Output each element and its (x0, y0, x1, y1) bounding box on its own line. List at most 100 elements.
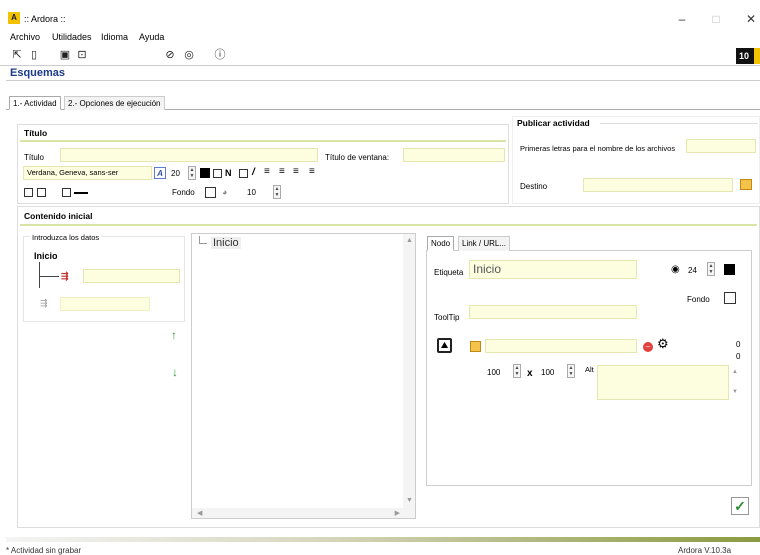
destino-label: Destino (520, 182, 548, 191)
contenido-section-line (20, 224, 757, 226)
version-badge: 10 (736, 48, 760, 64)
image-path-input[interactable] (485, 339, 637, 353)
settings-gear-icon[interactable]: ⚙ (657, 337, 669, 350)
bold-checkbox[interactable] (213, 169, 222, 178)
align-center-icon[interactable]: ≡ (279, 166, 285, 178)
tree-node-inicio[interactable]: Inicio (211, 237, 241, 249)
tab-actividad[interactable]: 1.- Actividad (9, 96, 61, 110)
titulo-section-title: Título (24, 128, 48, 138)
border-option-2-checkbox[interactable] (37, 188, 46, 197)
tab-nodo[interactable]: Nodo (427, 236, 455, 251)
titulo-ventana-input[interactable] (403, 148, 505, 162)
border-size-value[interactable]: 10 (247, 188, 256, 197)
border-size-stepper[interactable]: ▲ ▼ (273, 185, 281, 199)
tree-horizontal-scrollbar[interactable]: ◀ ▶ (192, 508, 405, 518)
save-as-icon[interactable]: ⊡ (75, 48, 89, 62)
image-height-stepper[interactable]: ▲ ▼ (567, 364, 575, 378)
tree-view[interactable]: Inicio ▲ ▼ ◀ ▶ (191, 233, 416, 519)
line-option-checkbox[interactable] (62, 188, 71, 197)
close-button[interactable]: ✕ (740, 10, 760, 28)
scroll-left-arrow-icon[interactable]: ◀ (197, 509, 202, 517)
image-width-stepper[interactable]: ▲ ▼ (513, 364, 521, 378)
add-sibling-node-icon[interactable]: ⇶ (40, 297, 48, 309)
tree-vertical-scrollbar[interactable]: ▲ ▼ (403, 234, 415, 518)
align-justify-icon[interactable]: ≡ (309, 166, 315, 178)
tab-opciones-ejecucion[interactable]: 2.- Opciones de ejecución (64, 96, 165, 110)
publicar-title-line (600, 123, 758, 124)
alt-label: Alt (585, 365, 594, 374)
scroll-right-arrow-icon[interactable]: ▶ (395, 509, 400, 517)
scroll-down-arrow-icon[interactable]: ▼ (406, 497, 413, 504)
sibling-node-input[interactable] (60, 297, 150, 311)
image-icon: ⛰ (437, 338, 452, 353)
status-unsaved: * Actividad sin grabar (6, 546, 82, 555)
visibility-eye-icon[interactable]: ◉ (671, 264, 680, 276)
menu-archivo[interactable]: Archivo (10, 32, 40, 42)
title-color-swatch[interactable] (200, 168, 210, 178)
bold-label: N (225, 168, 232, 178)
fondo-checkbox[interactable] (205, 187, 216, 198)
italic-checkbox[interactable] (239, 169, 248, 178)
page-title: Esquemas (10, 67, 66, 79)
etiqueta-label: Etiqueta (434, 268, 464, 277)
fondo-label: Fondo (172, 188, 195, 197)
title-font-size[interactable]: 20 (171, 169, 180, 178)
save-icon[interactable]: ▣ (58, 48, 72, 62)
intro-datos-label: Introduzca los datos (30, 233, 102, 242)
alt-scroll-up-icon[interactable]: ▲ (732, 369, 738, 375)
folder-browse-icon[interactable] (740, 179, 752, 190)
node-font-size[interactable]: 24 (688, 266, 697, 275)
minimize-button[interactable]: – (671, 10, 693, 28)
tree-connector-branch (39, 276, 59, 277)
tooltip-input[interactable] (469, 305, 637, 319)
alt-scroll-down-icon[interactable]: ▼ (732, 389, 738, 395)
tab-link-url[interactable]: Link / URL... (458, 236, 511, 251)
shadow-icon[interactable]: ◕ (222, 186, 227, 198)
window-title: :: Ardora :: (24, 14, 66, 24)
move-up-arrow-icon[interactable]: ↑ (171, 329, 177, 341)
primeras-letras-input[interactable] (686, 139, 756, 153)
title-font-size-stepper[interactable]: ▲ ▼ (188, 166, 196, 180)
titulo-input[interactable] (60, 148, 318, 162)
font-family-field[interactable]: Verdana, Geneva, sans-ser (23, 166, 152, 180)
tooltip-label: ToolTip (434, 313, 460, 322)
node-font-size-stepper[interactable]: ▲ ▼ (707, 262, 715, 276)
ardora-logo-icon: A (8, 12, 20, 24)
export-icon[interactable]: ⊘ (163, 48, 177, 62)
exit-icon[interactable]: ⇱ (10, 48, 24, 62)
menu-ayuda[interactable]: Ayuda (139, 32, 164, 42)
node-fondo-checkbox[interactable] (724, 292, 736, 304)
titulo-ventana-label: Título de ventana: (325, 153, 390, 162)
primeras-letras-label: Primeras letras para el nombre de los ar… (520, 144, 676, 153)
new-file-icon[interactable]: ▯ (27, 48, 41, 62)
accept-check-button[interactable]: ✓ (731, 497, 749, 515)
heading-divider (6, 80, 760, 81)
scroll-up-arrow-icon[interactable]: ▲ (406, 237, 413, 244)
menu-utilidades[interactable]: Utilidades (52, 32, 92, 42)
etiqueta-input[interactable]: Inicio (469, 260, 637, 279)
menu-idioma[interactable]: Idioma (101, 32, 128, 42)
destino-input[interactable] (583, 178, 733, 192)
help-icon[interactable]: ⓘ (213, 48, 227, 62)
progress-bar (6, 537, 760, 542)
align-left-icon[interactable]: ≡ (264, 166, 270, 178)
maximize-button[interactable]: □ (705, 10, 727, 28)
alt-text-input[interactable] (597, 365, 729, 400)
move-down-arrow-icon[interactable]: ↓ (172, 366, 178, 378)
titulo-label: Título (24, 153, 45, 162)
remove-image-icon[interactable]: – (643, 342, 653, 352)
child-node-input[interactable] (83, 269, 180, 283)
status-version: Ardora V.10.3a (678, 546, 732, 555)
image-folder-icon[interactable] (470, 341, 481, 352)
image-height-value[interactable]: 100 (541, 368, 554, 377)
image-width-value[interactable]: 100 (487, 368, 500, 377)
line-style-icon (74, 192, 88, 194)
preview-eye-icon[interactable]: ◎ (182, 48, 196, 62)
add-child-node-icon[interactable]: ⇶ (61, 270, 69, 282)
align-right-icon[interactable]: ≡ (293, 166, 299, 178)
italic-label: / (252, 167, 255, 178)
tree-root-connector-branch (199, 243, 207, 244)
border-option-1-checkbox[interactable] (24, 188, 33, 197)
font-picker-icon[interactable]: A (154, 167, 166, 179)
node-color-swatch[interactable] (724, 264, 735, 275)
